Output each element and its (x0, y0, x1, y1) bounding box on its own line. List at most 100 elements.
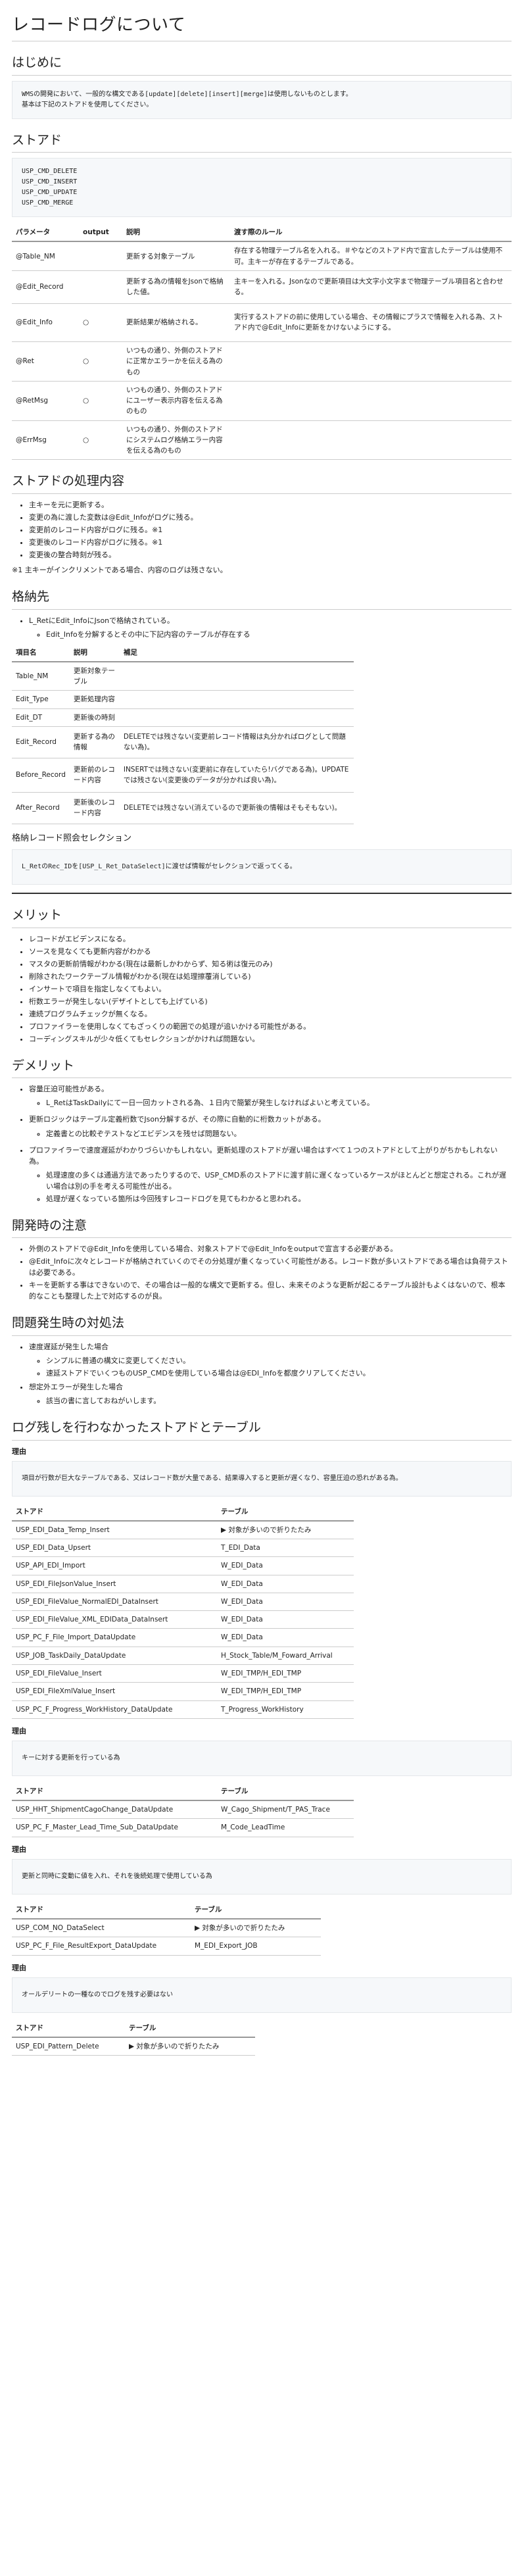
list-item: 容量圧迫可能性がある。 L_RetはTaskDailyにて一日一回カットされる為… (29, 1083, 512, 1108)
nolog-table: ストアド テーブル USP_HHT_ShipmentCagoChange_Data… (12, 1782, 354, 1837)
reason-label: 理由 (12, 1726, 26, 1735)
list-item: 変更後の整合時刻が残る。 (29, 549, 512, 560)
nolog-table: ストアド テーブル USP_COM_NO_DataSelect ▶ 対象が多いので折… (12, 1900, 321, 1956)
cell (230, 381, 512, 421)
table-row: USP_JOB_TaskDaily_DataUpdate H_Stock_Tabl… (12, 1647, 354, 1666)
cell: Before_Record (12, 758, 70, 793)
reason-label: 理由 (12, 1447, 26, 1456)
nolog-table: ストアド テーブル USP_EDI_Pattern_Delete ▶ 対象が多いので… (12, 2019, 255, 2056)
list-item-text: 更新ロジックはテーブル定義桁数でJson分解するが、その際に自動的に桁数カットが… (29, 1115, 325, 1124)
process-list: 主キーを元に更新する。 変更の為に渡した変数は@Edit_Infoがログに残る。… (12, 499, 512, 560)
cell: W_EDI_TMP/H_EDI_TMP (217, 1664, 354, 1683)
list-subitem: 速延ストアドでいくつものUSP_CMDを使用している場合は@EDI_Infoを都… (46, 1368, 512, 1379)
cell: USP_EDI_Pattern_Delete (12, 2037, 125, 2056)
list-item: 主キーを元に更新する。 (29, 499, 512, 510)
col-header: output (79, 224, 122, 243)
cell: 更新する為の情報 (69, 726, 120, 758)
list-subitem: 該当の書に言しておねがいします。 (46, 1395, 512, 1406)
collapse-toggle[interactable]: ▶ 対象が多いので折りたたみ (191, 1918, 321, 1938)
cell: USP_PC_F_File_Import_DataUpdate (12, 1628, 217, 1647)
trouble-list: 速度遅延が発生した場合 シンプルに普通の構文に変更してください。 速延ストアドで… (12, 1341, 512, 1406)
cell: Table_NM (12, 661, 70, 691)
collapse-toggle[interactable]: ▶ 対象が多いので折りたたみ (217, 1520, 354, 1540)
cell: Edit_Record (12, 726, 70, 758)
cell: @Edit_Info (12, 303, 79, 342)
table-row: @RetMsg ○ いつもの通り、外側のストアドにユーザー表示内容を伝える為のもの (12, 381, 512, 421)
list-item: インサートで項目を指定しなくてもよい。 (29, 983, 512, 995)
list-item: 変更後のレコード内容がログに残る。※1 (29, 537, 512, 548)
nolog-table: ストアド テーブル USP_EDI_Data_Temp_Insert ▶ 対象が多い… (12, 1502, 354, 1719)
cell: USP_API_EDI_Import (12, 1556, 217, 1575)
intro-line-2: 基本は下記のストアドを使用してください。 (22, 101, 153, 109)
reason-label: 理由 (12, 1845, 26, 1854)
params-table: パラメータ output 説明 渡す際のルール @Table_NM 更新する対象テ… (12, 224, 512, 460)
nolog-heading: ログ残しを行わなかったストアドとテーブル (12, 1418, 512, 1441)
cell: M_Code_LeadTime (217, 1818, 354, 1837)
selection-heading: 格納レコード照会セレクション (12, 833, 132, 843)
cell: @Edit_Record (12, 270, 79, 304)
table-row: USP_EDI_FileJsonValue_Insert W_EDI_Data (12, 1575, 354, 1593)
table-row: USP_EDI_FileValue_Insert W_EDI_TMP/H_EDI_… (12, 1664, 354, 1683)
cell: USP_EDI_Data_Temp_Insert (12, 1520, 217, 1540)
list-item: 変更前のレコード内容がログに残る。※1 (29, 524, 512, 535)
list-item: 更新ロジックはテーブル定義桁数でJson分解するが、その際に自動的に桁数カットが… (29, 1114, 512, 1139)
items-table: 項目名 説明 補足 Table_NM 更新対象テーブル Edit_Type 更新処理… (12, 643, 354, 824)
table-row: USP_EDI_Pattern_Delete ▶ 対象が多いので折りたたみ (12, 2037, 255, 2056)
list-subitem: 処理速度の多くは通過方法であったりするので、USP_CMD系のストアドに渡す前に… (46, 1170, 512, 1192)
cell: 更新処理内容 (69, 690, 120, 709)
table-row: Table_NM 更新対象テーブル (12, 661, 354, 691)
cell: T_EDI_Data (217, 1539, 354, 1558)
intro-line-1: WMSの開発において、一般的な構文である[update][delete][ins… (22, 90, 352, 98)
collapse-toggle[interactable]: ▶ 対象が多いので折りたたみ (125, 2037, 255, 2056)
list-item-text: L_RetにEdit_InfoにJsonで格納されている。 (29, 616, 174, 625)
cell: @Ret (12, 341, 79, 382)
intro-box: WMSの開発において、一般的な構文である[update][delete][ins… (12, 80, 512, 119)
process-note: ※1 主キーがインクリメントである場合、内容のログは残さない。 (12, 566, 227, 575)
reason-box: オールデリートの一種なのでログを残す必要はない (12, 1977, 512, 2013)
page-title: レコードログについて (12, 12, 512, 42)
list-item: 外側のストアドで@Edit_Infoを使用している場合、対象ストアドで@Edit… (29, 1243, 512, 1254)
caution-heading: 開発時の注意 (12, 1216, 512, 1239)
col-header: パラメータ (12, 224, 79, 243)
cell: 更新後のレコード内容 (69, 792, 120, 824)
intro-heading: はじめに (12, 53, 512, 76)
table-row: USP_PC_F_Progress_WorkHistory_DataUpdate… (12, 1700, 354, 1719)
cell: 主キーを入れる。Jsonなので更新項目は大文字小文字まで物理テーブル項目名と合わ… (230, 270, 512, 304)
cell: W_EDI_Data (217, 1610, 354, 1629)
merit-list: レコードがエビデンスになる。 ソースを見なくても更新内容がわかる マスタの更新前… (12, 933, 512, 1045)
list-item: @Edit_Infoに次々とレコードが格納されていくのでその分処理が重くなってい… (29, 1256, 512, 1278)
cell: @RetMsg (12, 381, 79, 421)
reason-text: 項目が行数が巨大なテーブルである、又はレコード数が大量である、結果導入すると更新… (22, 1474, 402, 1482)
cell: ○ (79, 381, 122, 421)
cell: W_EDI_Data (217, 1575, 354, 1593)
list-item: プロファイラーで速度遅延がわかりづらいかもしれない。更新処理のストアドが遅い場合… (29, 1145, 512, 1204)
cell: USP_PC_F_File_ResultExport_DataUpdate (12, 1937, 191, 1956)
list-subitem: L_RetはTaskDailyにて一日一回カットされる為、１日内で簡繁が発生しな… (46, 1097, 512, 1108)
cell (230, 420, 512, 460)
table-row: USP_HHT_ShipmentCagoChange_DataUpdate W_C… (12, 1800, 354, 1820)
cell: 更新する対象テーブル (122, 241, 230, 271)
cell: W_Cago_Shipment/T_PAS_Trace (217, 1800, 354, 1820)
document: レコードログについて はじめに WMSの開発において、一般的な構文である[upd… (0, 0, 526, 2056)
list-item: L_RetにEdit_InfoにJsonで格納されている。 Edit_Infoを… (29, 615, 512, 640)
list-item: プロファイラーを使用しなくてもざっくりの範囲での処理が追いかける可能性がある。 (29, 1021, 512, 1032)
list-subitem: Edit_Infoを分解するとその中に下記内容のテーブルが存在する (46, 629, 512, 640)
list-item: 桁数エラーが発生しない(デザイトとしても上げている) (29, 996, 512, 1007)
col-header: 渡す際のルール (230, 224, 512, 243)
list-item: ソースを見なくても更新内容がわかる (29, 946, 512, 957)
demerit-heading: デメリット (12, 1056, 512, 1079)
list-item: レコードがエビデンスになる。 (29, 933, 512, 945)
cell: USP_EDI_FileValue_Insert (12, 1664, 217, 1683)
col-header: ストアド (12, 1900, 191, 1920)
table-row: After_Record 更新後のレコード内容 DELETEでは残さない(消えている… (12, 792, 354, 824)
cell (79, 270, 122, 304)
cell: 更新対象テーブル (69, 661, 120, 691)
table-row: Edit_Record 更新する為の情報 DELETEでは残さない(変更前レコード情… (12, 726, 354, 758)
table-row: Before_Record 更新前のレコード内容 INSERTでは残さない(変更前に… (12, 758, 354, 793)
col-header: 項目名 (12, 643, 70, 662)
table-row: USP_EDI_FileValue_NormalEDI_DataInsert W_… (12, 1593, 354, 1612)
table-row: @Ret ○ いつもの通り、外側のストアドに正常かエラーかを伝える為のもの (12, 341, 512, 382)
table-row: @Edit_Info ○ 更新結果が格納される。 実行するストアドの前に使用している場… (12, 303, 512, 342)
cell: USP_COM_NO_DataSelect (12, 1918, 191, 1938)
col-header: 説明 (69, 643, 120, 662)
